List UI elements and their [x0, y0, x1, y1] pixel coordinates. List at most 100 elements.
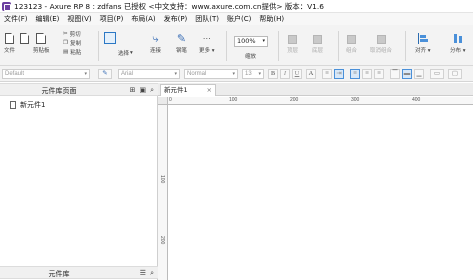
- page-list-item[interactable]: 新元件1: [10, 100, 45, 110]
- align-left-button[interactable]: ≡: [350, 69, 360, 79]
- font-select[interactable]: Arial ▾: [118, 69, 180, 79]
- select-mode-button[interactable]: [104, 32, 116, 44]
- send-to-bottom-button[interactable]: 底层: [312, 35, 323, 54]
- open-button[interactable]: [20, 33, 29, 44]
- file-button[interactable]: 文件: [4, 33, 15, 54]
- distribute-label-row: 分布 ▾: [450, 48, 466, 54]
- valign-top-button[interactable]: ▔: [390, 69, 400, 79]
- menu-account[interactable]: 账户(C): [223, 14, 255, 24]
- library-menu-icon[interactable]: ☰: [140, 269, 146, 278]
- align-icon: [417, 33, 428, 44]
- ungroup-button[interactable]: 取消组合: [370, 35, 392, 54]
- pen-icon: ✎: [176, 32, 187, 45]
- menu-file[interactable]: 文件(F): [0, 14, 32, 24]
- cut-button[interactable]: ✂ 剪切: [63, 30, 81, 38]
- fill-icon: ▭: [433, 70, 441, 77]
- border-button[interactable]: ▢: [448, 69, 462, 79]
- ruler-label: 0: [169, 97, 172, 103]
- font-value: Arial: [121, 71, 134, 77]
- menu-arrange[interactable]: 布局(A): [127, 14, 159, 24]
- tab-new-component-1[interactable]: 新元件1 ×: [160, 84, 216, 96]
- align-button[interactable]: 对齐 ▾: [415, 33, 431, 54]
- connect-button[interactable]: ⤷ 连接: [150, 33, 161, 54]
- page-icon: [10, 101, 16, 109]
- clipboard-button[interactable]: 剪贴板: [33, 33, 50, 54]
- copy-button[interactable]: ❐ 复制: [63, 39, 81, 47]
- text-color-button[interactable]: A: [306, 69, 316, 79]
- library-panel-title: 元件库: [48, 270, 70, 278]
- design-canvas[interactable]: [169, 106, 473, 280]
- toolbar-divider: [278, 31, 279, 61]
- zoom-label-row: 缩放: [245, 52, 256, 60]
- align-label-row: 对齐 ▾: [415, 48, 431, 54]
- page-label: 新元件1: [20, 101, 46, 109]
- fill-color-button[interactable]: ▭: [430, 69, 444, 79]
- indent-button[interactable]: ⇥: [334, 69, 344, 79]
- italic-button[interactable]: I: [280, 69, 290, 79]
- pages-panel-header: 元件库页面 ⊞ ▣ ⌕: [0, 83, 158, 96]
- menu-project[interactable]: 项目(P): [96, 14, 128, 24]
- search-icon[interactable]: ⌕: [150, 86, 154, 95]
- top-layer-icon: [288, 35, 297, 44]
- ruler-label: 300: [351, 97, 360, 103]
- weight-value: Normal: [187, 71, 207, 77]
- menu-team[interactable]: 团队(T): [191, 14, 223, 24]
- menu-publish[interactable]: 发布(P): [160, 14, 192, 24]
- add-folder-icon[interactable]: ▣: [139, 86, 146, 95]
- chevron-down-icon: ▾: [174, 71, 177, 77]
- font-size-select[interactable]: 13 ▾: [242, 69, 264, 79]
- align-left-icon: ≡: [353, 70, 357, 77]
- group-button[interactable]: 组合: [346, 35, 357, 54]
- style-edit-button[interactable]: ✎: [98, 69, 112, 79]
- align-right-icon: ≡: [377, 70, 381, 77]
- group-icon: [347, 35, 356, 44]
- chevron-down-icon: ▾: [258, 71, 261, 77]
- valign-middle-button[interactable]: ▬: [402, 69, 412, 79]
- search-icon[interactable]: ⌕: [150, 269, 154, 278]
- zoom-label: 缩放: [245, 54, 257, 60]
- bullet-list-button[interactable]: ≡: [322, 69, 332, 79]
- select-label-row[interactable]: 选择 ▾: [118, 49, 133, 57]
- paint-icon: ✎: [102, 70, 108, 77]
- valign-bottom-button[interactable]: ▁: [414, 69, 424, 79]
- align-right-button[interactable]: ≡: [374, 69, 384, 79]
- underline-button[interactable]: U: [292, 69, 302, 79]
- paste-button[interactable]: ▤ 粘贴: [63, 48, 81, 56]
- font-weight-select[interactable]: Normal ▾: [184, 69, 238, 79]
- horizontal-ruler: 0 100 200 300 400: [168, 97, 473, 105]
- pen-label: 钢笔: [176, 48, 188, 54]
- style-select[interactable]: Default ▾: [2, 69, 90, 79]
- distribute-label: 分布: [450, 48, 462, 54]
- bring-to-top-button[interactable]: 顶层: [287, 35, 298, 54]
- file-label: 文件: [4, 48, 16, 54]
- menu-view[interactable]: 视图(V): [63, 14, 95, 24]
- bold-button[interactable]: B: [268, 69, 278, 79]
- valign-bottom-icon: ▁: [416, 70, 422, 77]
- chevron-down-icon: ▾: [232, 71, 235, 77]
- menu-help[interactable]: 帮助(H): [255, 14, 288, 24]
- cut-icon: ✂: [63, 31, 68, 37]
- paste-small-icon: ▤: [63, 49, 69, 55]
- more-button[interactable]: ⋯ 更多 ▾: [199, 33, 215, 54]
- top-label: 顶层: [287, 48, 299, 54]
- open-file-icon: [20, 33, 29, 44]
- pen-button[interactable]: ✎ 钢笔: [176, 33, 187, 54]
- group-label: 组合: [346, 48, 358, 54]
- add-page-icon[interactable]: ⊞: [130, 86, 136, 95]
- align-center-button[interactable]: ≡: [362, 69, 372, 79]
- pages-panel-title: 元件库页面: [41, 87, 77, 95]
- close-icon[interactable]: ×: [207, 85, 212, 96]
- underline-icon: U: [294, 70, 300, 77]
- distribute-button[interactable]: 分布 ▾: [450, 33, 466, 54]
- text-color-icon: A: [308, 70, 314, 77]
- menu-edit[interactable]: 编辑(E): [32, 14, 64, 24]
- paste-label: 粘贴: [70, 50, 82, 56]
- toolbar-divider: [338, 31, 339, 61]
- ruler-label: 200: [159, 236, 165, 245]
- cut-label: 剪切: [69, 32, 81, 38]
- chevron-down-icon: ▾: [130, 50, 133, 56]
- italic-icon: I: [283, 70, 287, 77]
- ruler-label: 400: [412, 97, 421, 103]
- zoom-select[interactable]: 100% ▾: [234, 36, 268, 47]
- bottom-layer-icon: [313, 35, 322, 44]
